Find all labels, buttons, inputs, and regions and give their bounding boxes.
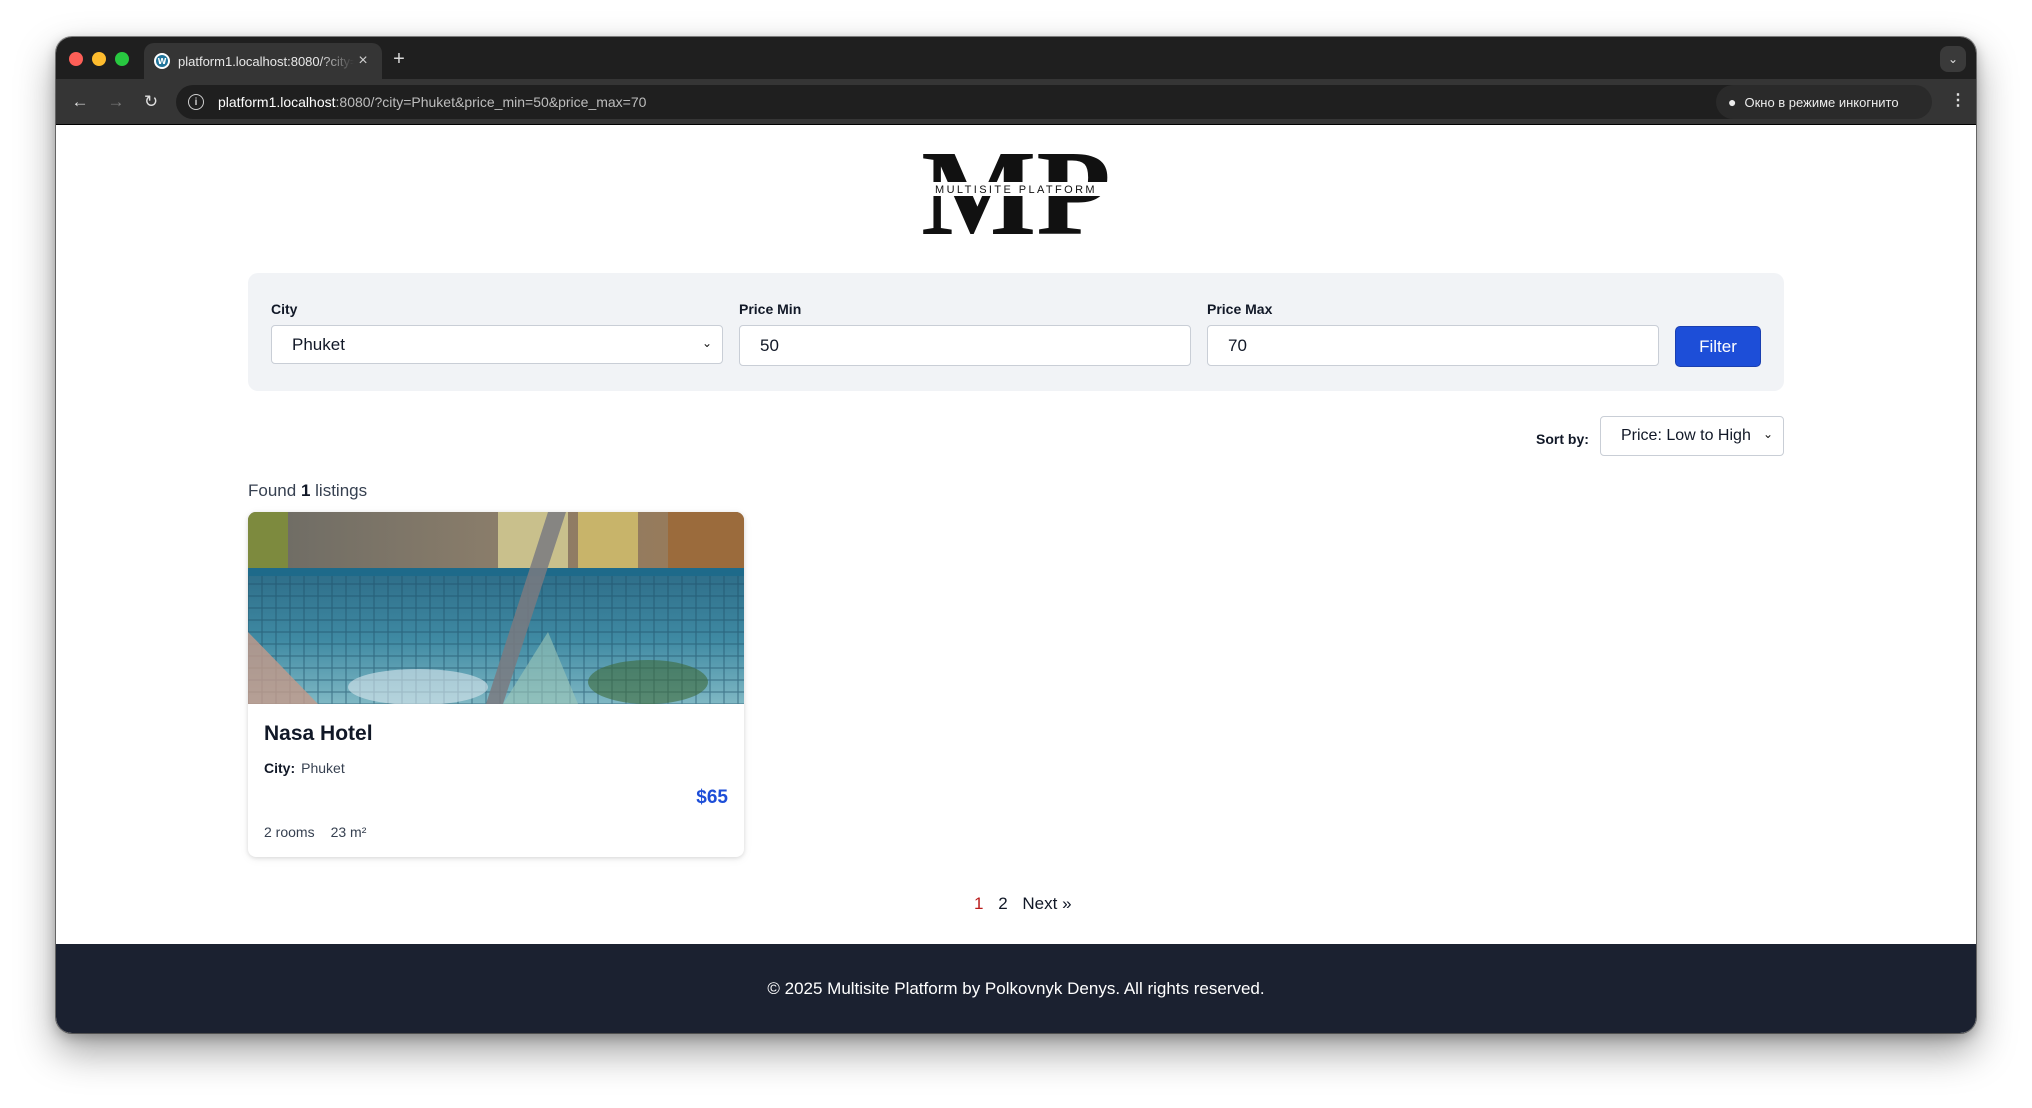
incognito-label: Окно в режиме инкогнито [1744, 94, 1899, 110]
incognito-indicator[interactable]: ● Окно в режиме инкогнито [1716, 85, 1932, 119]
url-path: :8080/?city=Phuket&price_min=50&price_ma… [335, 94, 647, 110]
listing-city-value: Phuket [301, 760, 345, 776]
results-number: 1 [300, 481, 311, 500]
listing-price: $65 [696, 787, 728, 808]
page-link-2[interactable]: 2 [998, 894, 1007, 913]
sort-select-value: Price: Low to High [1621, 427, 1751, 444]
listing-title[interactable]: Nasa Hotel [264, 722, 373, 746]
chevron-down-icon: ⌄ [701, 336, 712, 350]
maximize-window-button[interactable] [115, 52, 129, 66]
browser-tab[interactable]: W platform1.localhost:8080/?city=Phuket&… [144, 43, 382, 79]
tab-strip: W platform1.localhost:8080/?city=Phuket&… [56, 37, 1976, 79]
listing-city: City: Phuket [264, 760, 345, 776]
filter-button[interactable]: Filter [1675, 326, 1761, 367]
price-max-value: 70 [1228, 335, 1247, 355]
listing-card[interactable]: Nasa Hotel City: Phuket $65 2 rooms 23 m² [248, 512, 744, 857]
page-viewport: MP MULTISITE PLATFORM City Phuket ⌄ Pric… [56, 126, 1976, 1033]
price-min-value: 50 [760, 335, 779, 355]
chevron-down-icon: ⌄ [1947, 52, 1959, 66]
back-arrow-icon[interactable]: ← [69, 91, 91, 113]
tab-close-icon[interactable]: × [354, 52, 372, 70]
browser-menu-icon[interactable]: ⋮ [1950, 91, 1966, 111]
results-count: Found 1 listings [248, 481, 367, 501]
wordpress-icon: W [154, 53, 170, 69]
url-text[interactable]: platform1.localhost:8080/?city=Phuket&pr… [218, 94, 646, 110]
page-link-1[interactable]: 1 [974, 894, 983, 913]
listing-photo[interactable] [248, 512, 744, 704]
incognito-icon: ● [1728, 94, 1737, 110]
reload-icon[interactable]: ↻ [140, 91, 162, 113]
results-prefix: Found [248, 481, 297, 500]
url-host: platform1.localhost [218, 94, 336, 110]
price-min-label: Price Min [739, 301, 802, 317]
site-info-icon[interactable]: i [188, 94, 204, 110]
price-max-label: Price Max [1207, 301, 1273, 317]
footer-copyright: © 2025 Multisite Platform by Polkovnyk D… [767, 978, 1265, 998]
listing-city-label: City: [264, 760, 296, 776]
minimize-window-button[interactable] [92, 52, 106, 66]
sort-label: Sort by: [1536, 431, 1589, 447]
price-min-input[interactable]: 50 [739, 325, 1191, 366]
city-select-value: Phuket [292, 334, 345, 354]
address-bar[interactable]: i platform1.localhost:8080/?city=Phuket&… [176, 85, 1762, 119]
site-logo[interactable]: MP MULTISITE PLATFORM [916, 126, 1116, 261]
next-page-link[interactable]: Next » [1022, 894, 1071, 913]
city-select[interactable]: Phuket ⌄ [271, 325, 723, 364]
browser-toolbar: ← → ↻ i platform1.localhost:8080/?city=P… [56, 79, 1976, 125]
browser-window: W platform1.localhost:8080/?city=Phuket&… [56, 37, 1976, 1033]
logo-tagline: MULTISITE PLATFORM [935, 184, 1097, 196]
city-label: City [271, 301, 298, 317]
chevron-down-icon: ⌄ [1762, 427, 1773, 441]
listing-rooms: 2 rooms [264, 824, 315, 840]
listing-meta: 2 rooms 23 m² [264, 824, 366, 840]
tab-search-button[interactable]: ⌄ [1940, 46, 1966, 72]
close-window-button[interactable] [69, 52, 83, 66]
pagination: 1 2 Next » [974, 894, 1082, 914]
site-footer: © 2025 Multisite Platform by Polkovnyk D… [56, 944, 1976, 1033]
price-max-input[interactable]: 70 [1207, 325, 1659, 366]
forward-arrow-icon[interactable]: → [105, 91, 127, 113]
listing-area: 23 m² [330, 824, 367, 840]
filter-panel: City Phuket ⌄ Price Min 50 Price Max 70 … [248, 273, 1784, 391]
tab-title: platform1.localhost:8080/?city=Phuket&pr… [178, 53, 354, 69]
sort-select[interactable]: Price: Low to High ⌄ [1600, 416, 1784, 456]
new-tab-button[interactable]: + [386, 47, 412, 71]
results-suffix: listings [315, 481, 368, 500]
